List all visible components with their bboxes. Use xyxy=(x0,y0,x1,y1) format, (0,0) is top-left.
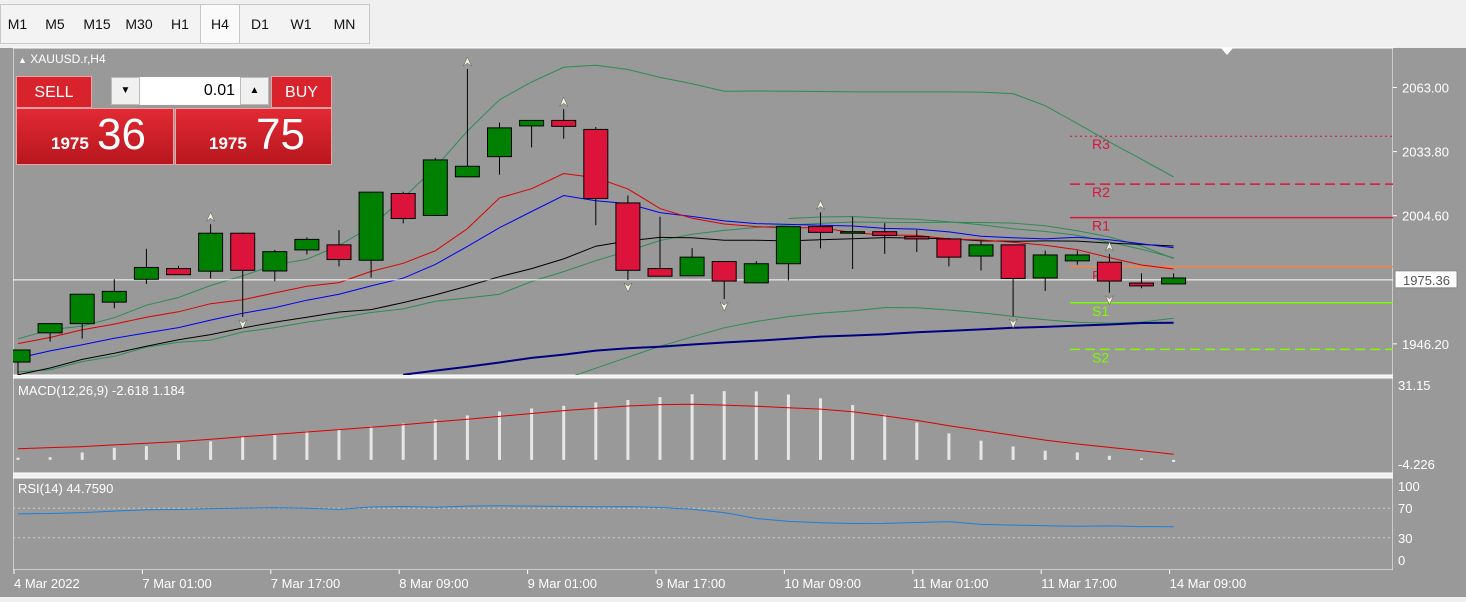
macd-axis-top: 31.15 xyxy=(1398,378,1431,393)
macd-axis-bottom: -4.226 xyxy=(1398,457,1435,472)
current-price-label: 1975.36 xyxy=(1403,273,1450,288)
rsi-axis-label: 100 xyxy=(1398,479,1420,494)
candle xyxy=(743,263,769,284)
price-axis-label: 2033.80 xyxy=(1402,145,1449,160)
time-axis-label: 8 Mar 09:00 xyxy=(399,576,468,591)
lot-decrease-button[interactable]: ▼ xyxy=(111,77,140,105)
time-axis-label: 14 Mar 09:00 xyxy=(1170,576,1247,591)
toolbar: M1 M5 M15 M30 H1 H4 D1 W1 MN xyxy=(0,0,1466,45)
candle xyxy=(262,251,288,272)
sell-price-pips: 36 xyxy=(97,110,146,159)
macd-label: MACD(12,26,9) -2.618 1.184 xyxy=(18,383,185,398)
time-axis-label: 11 Mar 17:00 xyxy=(1041,576,1117,591)
timeframe-m5[interactable]: M5 xyxy=(34,5,76,43)
candle xyxy=(904,236,930,240)
candle xyxy=(711,261,737,282)
buy-price-pips: 75 xyxy=(256,110,305,159)
timeframe-w1[interactable]: W1 xyxy=(280,5,322,43)
time-axis-label: 10 Mar 09:00 xyxy=(784,576,861,591)
candle xyxy=(326,244,352,261)
candle xyxy=(872,231,898,236)
time-axis-label: 9 Mar 01:00 xyxy=(528,576,597,591)
candle xyxy=(198,232,224,272)
candle xyxy=(454,165,480,178)
left-margin xyxy=(0,48,13,570)
rsi-panel xyxy=(12,477,1394,571)
pivot-label-r1: R1 xyxy=(1092,218,1110,234)
collapse-triangle-icon[interactable]: ▲ xyxy=(18,55,27,65)
timeframe-h1[interactable]: H1 xyxy=(160,5,200,43)
candle xyxy=(166,268,191,276)
candle xyxy=(1096,261,1122,282)
pivot-label-r2: R2 xyxy=(1092,184,1110,200)
candle xyxy=(37,323,63,334)
candle xyxy=(551,119,577,127)
timeframe-bar: M1 M5 M15 M30 H1 H4 D1 W1 MN xyxy=(0,4,370,44)
candle xyxy=(69,293,95,325)
sell-button[interactable]: SELL xyxy=(16,76,92,108)
sell-price-box[interactable]: 1975 36 xyxy=(16,108,174,165)
candle xyxy=(358,191,384,261)
timeframe-m1[interactable]: M1 xyxy=(1,5,34,43)
lot-size-field[interactable]: ▼ 0.01 ▲ xyxy=(110,76,270,106)
price-axis-label: 2063.00 xyxy=(1402,81,1449,96)
time-axis-label: 7 Mar 17:00 xyxy=(271,576,340,591)
candle xyxy=(1161,277,1187,285)
pivot-label-s2: S2 xyxy=(1092,349,1109,365)
candle xyxy=(775,226,801,265)
time-axis-label: 11 Mar 01:00 xyxy=(913,576,989,591)
buy-price-box[interactable]: 1975 75 xyxy=(175,108,332,165)
time-axis-label: 4 Mar 2022 xyxy=(14,576,80,591)
pivot-label-r3: R3 xyxy=(1092,136,1110,152)
candle xyxy=(647,268,673,277)
candle xyxy=(1129,282,1154,287)
candle xyxy=(487,127,512,158)
candle xyxy=(679,256,705,277)
rsi-axis-label: 70 xyxy=(1398,501,1412,516)
candle xyxy=(230,232,256,271)
rsi-axis-label: 0 xyxy=(1398,553,1405,568)
candle xyxy=(294,238,320,251)
timeframe-mn[interactable]: MN xyxy=(322,5,367,43)
candle xyxy=(101,290,127,303)
candle xyxy=(422,159,448,216)
price-axis-label: 2004.60 xyxy=(1402,209,1449,224)
candle xyxy=(390,193,416,220)
rsi-label: RSI(14) 44.7590 xyxy=(18,481,114,496)
timeframe-m15[interactable]: M15 xyxy=(76,5,118,43)
candle xyxy=(1064,254,1090,262)
timeframe-d1[interactable]: D1 xyxy=(240,5,280,43)
lot-size-value[interactable]: 0.01 xyxy=(145,82,235,100)
candle xyxy=(808,226,833,233)
buy-price-prefix: 1975 xyxy=(209,134,247,153)
candle xyxy=(1000,244,1026,279)
candle xyxy=(519,119,545,127)
one-click-trading-panel: SELL BUY ▼ 0.01 ▲ 1975 36 1975 75 xyxy=(16,76,332,166)
time-axis-label: 9 Mar 17:00 xyxy=(656,576,725,591)
candle xyxy=(968,244,994,257)
candle xyxy=(615,202,641,271)
price-axis-label: 1946.20 xyxy=(1402,337,1449,352)
candle xyxy=(936,238,962,258)
pivot-label-s1: S1 xyxy=(1092,303,1109,319)
symbol-label: ▲ XAUUSD.r,H4 xyxy=(18,52,106,66)
candle xyxy=(133,266,159,280)
candle xyxy=(1032,254,1058,279)
sell-price-prefix: 1975 xyxy=(51,134,89,153)
timeframe-h4[interactable]: H4 xyxy=(200,5,240,43)
timeframe-m30[interactable]: M30 xyxy=(118,5,160,43)
candle xyxy=(583,128,609,200)
time-axis-label: 7 Mar 01:00 xyxy=(142,576,211,591)
candle xyxy=(840,231,866,234)
rsi-axis-label: 30 xyxy=(1398,531,1412,546)
macd-panel xyxy=(12,377,1394,474)
lot-increase-button[interactable]: ▲ xyxy=(240,77,269,105)
buy-button[interactable]: BUY xyxy=(271,76,332,108)
